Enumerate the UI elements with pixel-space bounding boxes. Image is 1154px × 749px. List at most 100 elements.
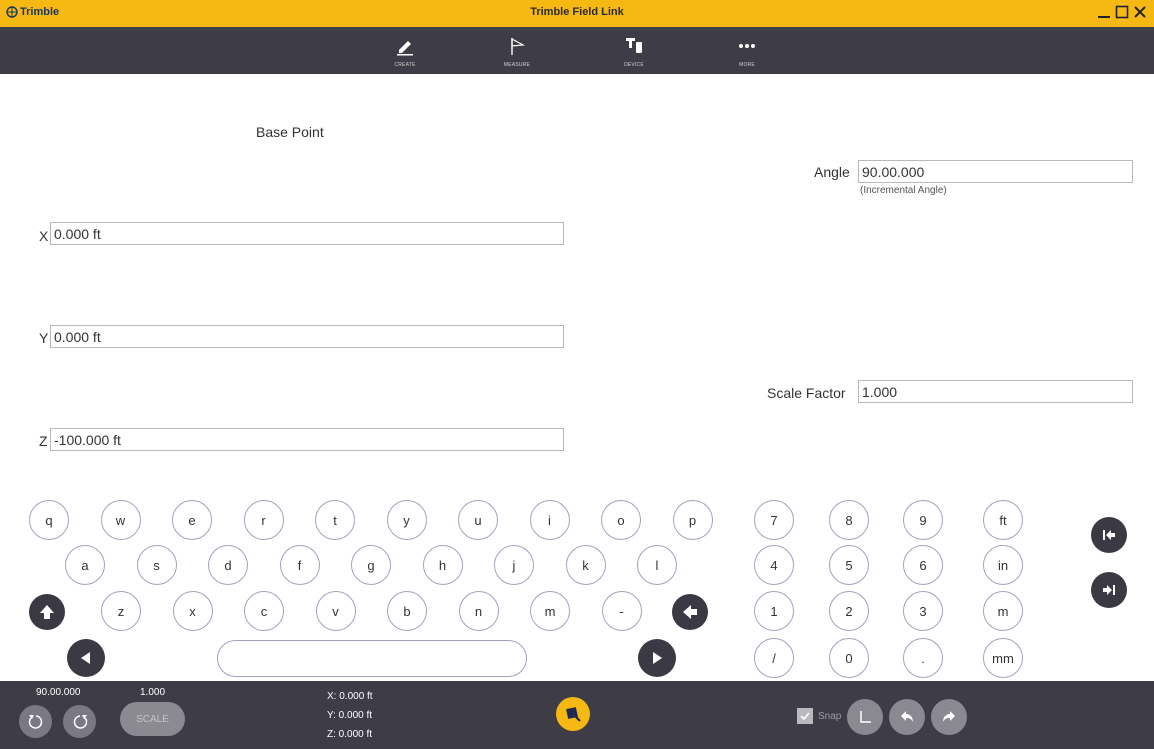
key-c[interactable]: c [244, 591, 284, 631]
numpad-key-3[interactable]: 3 [903, 591, 943, 631]
key-x[interactable]: x [172, 591, 213, 631]
toolbar-more-label: MORE [739, 62, 755, 68]
numpad-key-m[interactable]: m [983, 591, 1023, 631]
redo-button[interactable] [931, 699, 967, 735]
layer-tool-button[interactable] [556, 697, 590, 731]
key-o[interactable]: o [601, 500, 641, 540]
numpad-key-7[interactable]: 7 [754, 500, 794, 540]
key-e[interactable]: e [172, 500, 212, 540]
scale-button[interactable]: SCALE [120, 702, 185, 736]
status-angle-value: 90.00.000 [36, 687, 81, 698]
rotate-cw-button[interactable] [63, 705, 96, 738]
key-d[interactable]: d [208, 545, 248, 585]
numpad-key-slash[interactable]: / [754, 638, 794, 678]
key-s[interactable]: s [136, 545, 177, 585]
undo-icon [901, 711, 913, 722]
numpad-key-6[interactable]: 6 [903, 545, 943, 585]
key-v[interactable]: v [315, 591, 356, 631]
scale-factor-input[interactable] [858, 380, 1133, 403]
axes-button[interactable] [847, 699, 883, 735]
previous-field-button[interactable] [1091, 517, 1127, 553]
arrow-up-icon [40, 605, 54, 619]
x-input[interactable] [50, 222, 564, 245]
key-k[interactable]: k [565, 545, 606, 585]
app-window: Trimble Trimble Field Link CREATE MEASUR… [0, 0, 1154, 749]
backspace-key[interactable] [672, 594, 708, 630]
key-j[interactable]: j [494, 545, 534, 585]
status-bar: 90.00.000 1.000 SCALE X: 0.000 ft Y: 0.0… [0, 681, 1154, 749]
space-key[interactable] [217, 640, 527, 677]
key-hyphen[interactable]: - [601, 591, 642, 631]
status-z-coordinate: Z: 0.000 ft [327, 729, 373, 740]
numpad-key-ft[interactable]: ft [983, 500, 1023, 540]
numpad-key-mm[interactable]: mm [983, 638, 1023, 678]
snap-label: Snap [818, 711, 842, 722]
shift-key[interactable] [29, 594, 65, 630]
key-n[interactable]: n [458, 591, 499, 631]
key-q[interactable]: q [29, 500, 69, 540]
window-controls [1096, 2, 1148, 22]
cursor-right-key[interactable] [638, 639, 676, 677]
status-scale-value: 1.000 [140, 687, 166, 698]
numpad-key-in[interactable]: in [983, 545, 1023, 585]
rotate-ccw-icon [28, 714, 42, 729]
next-field-button[interactable] [1091, 572, 1127, 608]
numpad-key-period[interactable]: . [903, 638, 943, 678]
toolbar-create-label: CREATE [394, 62, 416, 68]
key-r[interactable]: r [243, 500, 284, 540]
status-x-coordinate: X: 0.000 ft [327, 691, 373, 702]
toolbar-device-button[interactable]: DEVICE [606, 32, 662, 72]
numpad-key-9[interactable]: 9 [903, 500, 943, 540]
maximize-button[interactable] [1114, 2, 1130, 22]
window-title: Trimble Field Link [530, 6, 624, 18]
key-g[interactable]: g [351, 545, 391, 585]
numpad-key-4[interactable]: 4 [754, 545, 794, 585]
device-icon [626, 38, 642, 53]
skip-first-icon [1103, 530, 1115, 540]
key-w[interactable]: w [100, 500, 141, 540]
z-label: Z [39, 433, 48, 449]
key-f[interactable]: f [279, 545, 320, 585]
numpad-key-2[interactable]: 2 [829, 591, 869, 631]
layer-icon [566, 707, 581, 722]
angle-hint: (Incremental Angle) [860, 185, 947, 196]
key-h[interactable]: h [422, 545, 463, 585]
status-y-coordinate: Y: 0.000 ft [327, 710, 373, 721]
numpad-key-1[interactable]: 1 [754, 591, 794, 631]
arrow-left-icon [683, 605, 697, 619]
key-l[interactable]: l [637, 545, 677, 585]
key-u[interactable]: u [458, 500, 498, 540]
cursor-left-key[interactable] [67, 639, 105, 677]
title-bar: Trimble Trimble Field Link [0, 0, 1154, 27]
minimize-button[interactable] [1096, 2, 1112, 22]
axes-icon [860, 711, 871, 723]
main-toolbar: CREATE MEASURE DEVICE MORE [0, 27, 1154, 74]
y-input[interactable] [50, 325, 564, 348]
key-m[interactable]: m [530, 591, 570, 631]
toolbar-create-button[interactable]: CREATE [377, 32, 433, 72]
close-button[interactable] [1132, 2, 1148, 22]
undo-button[interactable] [889, 699, 925, 735]
toolbar-measure-button[interactable]: MEASURE [489, 32, 545, 72]
key-i[interactable]: i [529, 500, 570, 540]
numpad-key-5[interactable]: 5 [829, 545, 869, 585]
toolbar-device-label: DEVICE [624, 62, 644, 68]
minimize-icon [1098, 16, 1110, 18]
numpad-key-0[interactable]: 0 [829, 638, 869, 678]
key-z[interactable]: z [101, 591, 141, 631]
key-p[interactable]: p [672, 500, 713, 540]
toolbar-measure-label: MEASURE [503, 62, 531, 68]
rotate-ccw-button[interactable] [19, 705, 52, 738]
key-b[interactable]: b [387, 591, 427, 631]
numpad-key-8[interactable]: 8 [829, 500, 869, 540]
z-input[interactable] [50, 428, 564, 451]
key-a[interactable]: a [65, 545, 105, 585]
y-label: Y [39, 330, 49, 346]
snap-checkbox[interactable] [797, 708, 813, 724]
toolbar-more-button[interactable]: MORE [719, 32, 775, 72]
redo-icon [943, 711, 955, 722]
angle-input[interactable] [858, 160, 1133, 183]
key-y[interactable]: y [386, 500, 427, 540]
close-icon [1134, 6, 1146, 18]
key-t[interactable]: t [315, 500, 355, 540]
